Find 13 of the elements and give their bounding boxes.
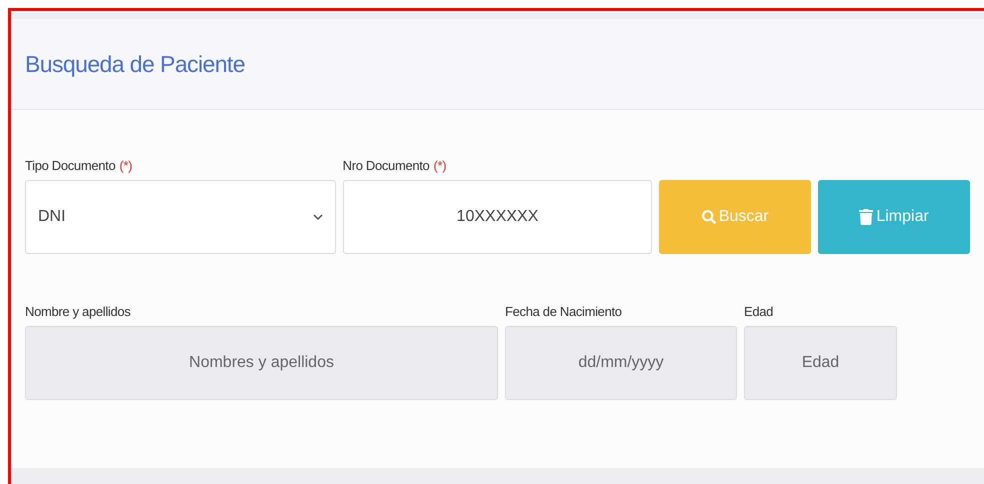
trash-icon xyxy=(859,209,874,225)
field-label: Nro Documento xyxy=(342,157,430,176)
required-mark: (*) xyxy=(433,157,446,176)
card-title: Busqueda de Paciente xyxy=(25,50,245,79)
document-type-select[interactable]: DNI xyxy=(25,180,336,254)
required-mark: (*) xyxy=(119,157,132,176)
document-number-input[interactable]: 10XXXXXX xyxy=(342,180,652,254)
chevron-down-icon xyxy=(312,214,323,220)
field-label: Nombre y apellidos xyxy=(25,303,130,322)
field-label: Tipo Documento xyxy=(25,157,116,176)
field-label: Fecha de Nacimiento xyxy=(505,303,622,322)
field-label: Edad xyxy=(744,303,774,322)
search-icon xyxy=(702,209,716,225)
